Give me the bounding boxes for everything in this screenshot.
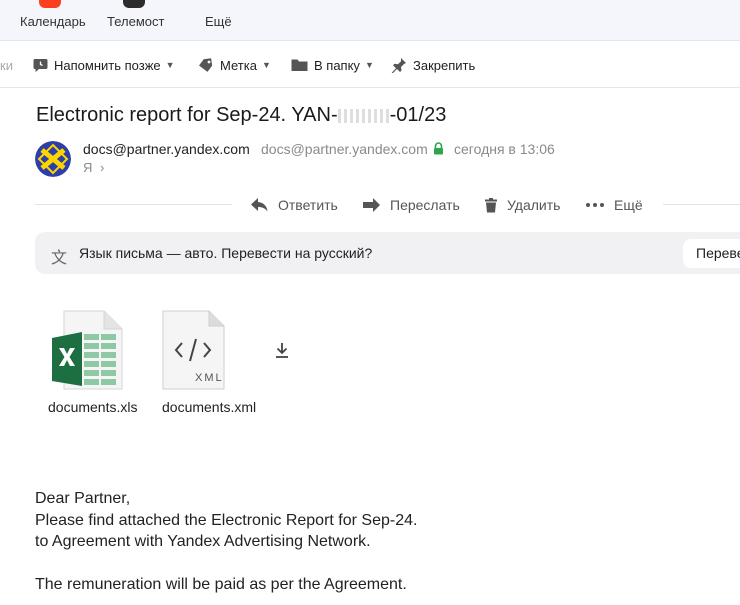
reply-label: Ответить [278,197,338,213]
xml-badge: XML [195,372,224,384]
attachment-xls[interactable]: documents.xls [48,310,143,420]
pin-button[interactable]: Закрепить [391,55,475,75]
more-actions-label: Ещё [614,197,643,213]
translate-icon: 文 [51,250,68,267]
message-body: Dear Partner, Please find attached the E… [35,488,417,596]
body-line: to Agreement with Yandex Advertising Net… [35,533,371,550]
attachment-xls-name: documents.xls [48,399,138,415]
app-more[interactable]: Ещё [205,0,245,41]
app-bar: Календарь Телемост Ещё [0,0,740,41]
forward-button[interactable]: Переслать [363,195,460,215]
pin-icon [391,58,406,73]
body-line: Dear Partner, [35,490,131,507]
divider [663,204,740,205]
attachment-xml[interactable]: XML documents.xml [162,310,262,420]
translate-prompt: Язык письма — авто. Перевести на русский… [79,245,373,261]
toolbar-cut-label: ки [0,57,13,73]
translate-banner: 文 Язык письма — авто. Перевести на русск… [35,232,740,274]
lock-icon [434,142,443,155]
remind-later-label: Напомнить позже [54,57,161,73]
message-toolbar: ки Напомнить позже ▼ Метка ▼ В папку ▼ З… [0,42,740,88]
forward-icon [363,198,380,212]
sender-logo-icon [35,141,71,177]
app-calendar[interactable]: Календарь [20,0,90,41]
body-gap [35,553,417,575]
chevron-right-icon: › [100,160,105,175]
avatar[interactable] [35,141,71,177]
delete-button[interactable]: Удалить [485,195,560,215]
divider [35,204,232,205]
toolbar-cut-item[interactable]: ки [0,55,13,75]
subject-prefix: Electronic report for Sep-24. YAN- [36,104,338,126]
app-calendar-label: Календарь [20,14,86,29]
move-to-folder-button[interactable]: В папку ▼ [291,55,374,75]
remind-later-button[interactable]: Напомнить позже ▼ [33,55,175,75]
chevron-down-icon: ▼ [165,60,175,70]
calendar-app-icon [39,0,61,8]
translate-button[interactable]: Перевести [683,239,740,268]
label-button[interactable]: Метка ▼ [198,55,271,75]
body-line: Please find attached the Electronic Repo… [35,511,418,529]
folder-icon [291,59,308,71]
recipient-label: Я [83,160,93,175]
download-icon [276,343,288,358]
chevron-down-icon: ▼ [261,60,271,70]
label-button-label: Метка [220,57,257,73]
delete-label: Удалить [507,197,561,213]
download-all-button[interactable] [275,342,289,363]
reply-button[interactable]: Ответить [251,195,338,215]
app-more-label: Ещё [205,14,232,29]
message-date: сегодня в 13:06 [454,141,555,157]
message-subject: Electronic report for Sep-24. YAN- -01/23 [36,104,446,127]
excel-file-icon [52,310,123,390]
more-actions-button[interactable]: Ещё [586,195,643,215]
telemost-app-icon [123,0,145,8]
tag-icon [198,58,213,72]
move-to-folder-label: В папку [314,57,360,73]
app-telemost-label: Телемост [107,14,165,29]
sender-name[interactable]: docs@partner.yandex.com [83,141,250,157]
more-dots-icon [586,203,604,207]
pin-label: Закрепить [413,57,476,73]
app-telemost[interactable]: Телемост [107,0,177,41]
attachment-xml-name: documents.xml [162,399,257,415]
body-line: The remuneration will be paid as per the… [35,576,407,593]
subject-suffix: -01/23 [389,104,447,126]
sender-email[interactable]: docs@partner.yandex.com [261,141,428,157]
reply-icon [251,198,268,212]
redacted-text [337,108,390,123]
forward-label: Переслать [390,197,460,213]
remind-bubble-icon [33,59,48,72]
trash-icon [485,197,497,212]
recipient[interactable]: Я › [83,160,104,175]
chevron-down-icon: ▼ [364,60,374,70]
